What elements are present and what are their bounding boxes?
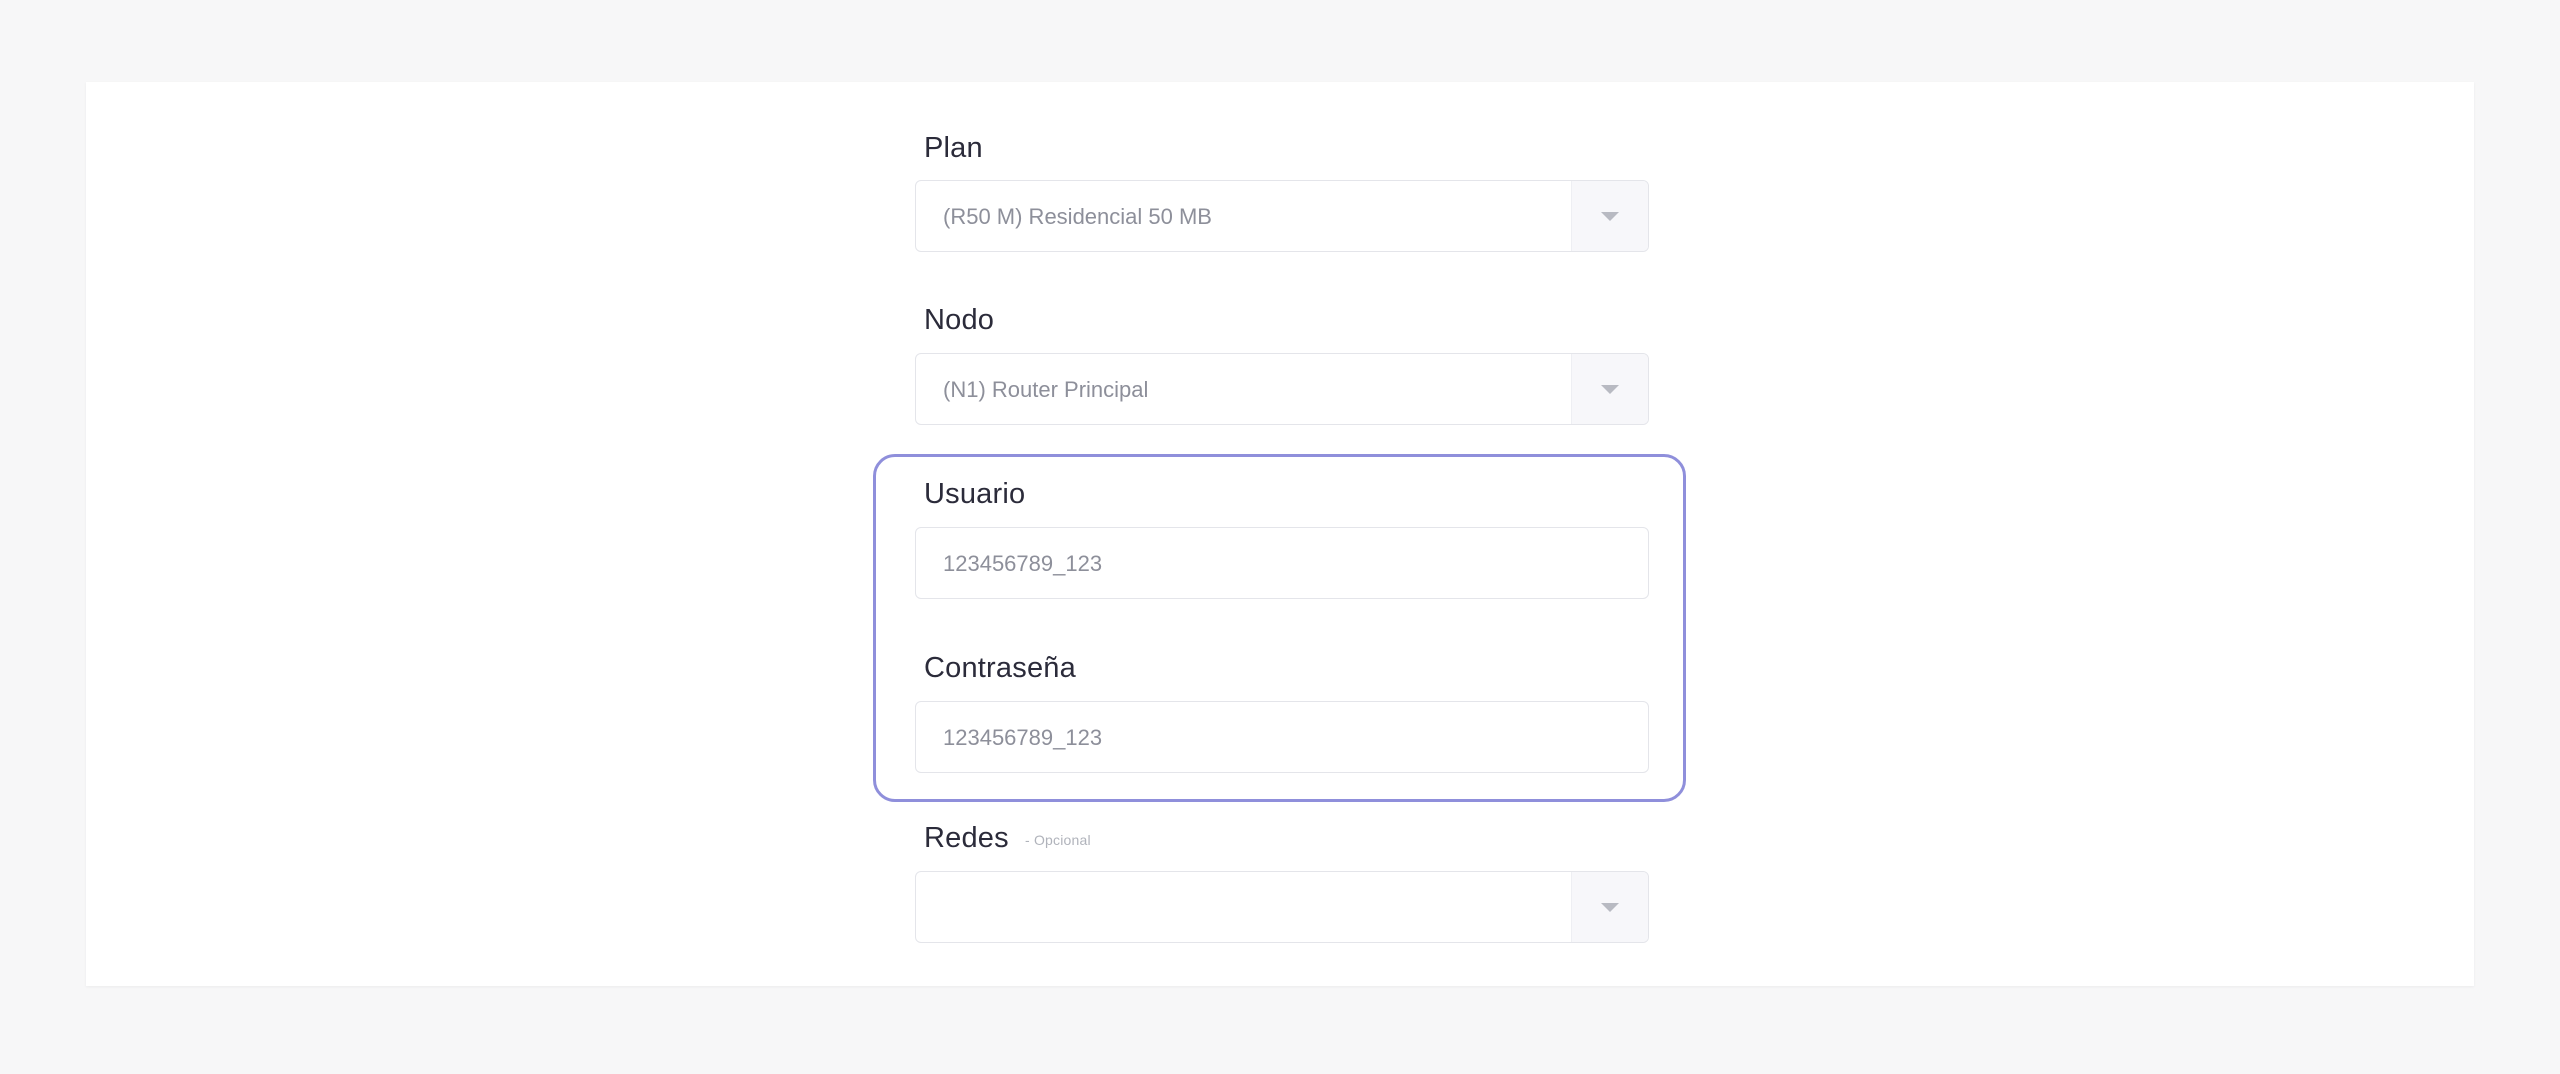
redes-optional-hint: - Opcional	[1025, 832, 1091, 848]
contrasena-placeholder: 123456789_123	[943, 725, 1103, 750]
plan-dropdown-toggle[interactable]	[1571, 181, 1648, 251]
plan-select-value: (R50 M) Residencial 50 MB	[943, 204, 1212, 229]
chevron-down-icon	[1601, 212, 1619, 221]
redes-label: Redes	[924, 822, 1009, 854]
redes-dropdown-toggle[interactable]	[1571, 872, 1648, 942]
usuario-label: Usuario	[924, 478, 1026, 510]
redes-select[interactable]	[915, 871, 1649, 943]
plan-select[interactable]: (R50 M) Residencial 50 MB	[915, 180, 1649, 252]
chevron-down-icon	[1601, 903, 1619, 912]
usuario-placeholder: 123456789_123	[943, 551, 1103, 576]
nodo-select-value: (N1) Router Principal	[943, 377, 1149, 402]
usuario-input[interactable]: 123456789_123	[915, 527, 1649, 599]
nodo-select[interactable]: (N1) Router Principal	[915, 353, 1649, 425]
plan-label: Plan	[924, 132, 983, 164]
nodo-label: Nodo	[924, 304, 995, 336]
nodo-dropdown-toggle[interactable]	[1571, 354, 1648, 424]
contrasena-input[interactable]: 123456789_123	[915, 701, 1649, 773]
chevron-down-icon	[1601, 385, 1619, 394]
contrasena-label: Contraseña	[924, 652, 1076, 684]
